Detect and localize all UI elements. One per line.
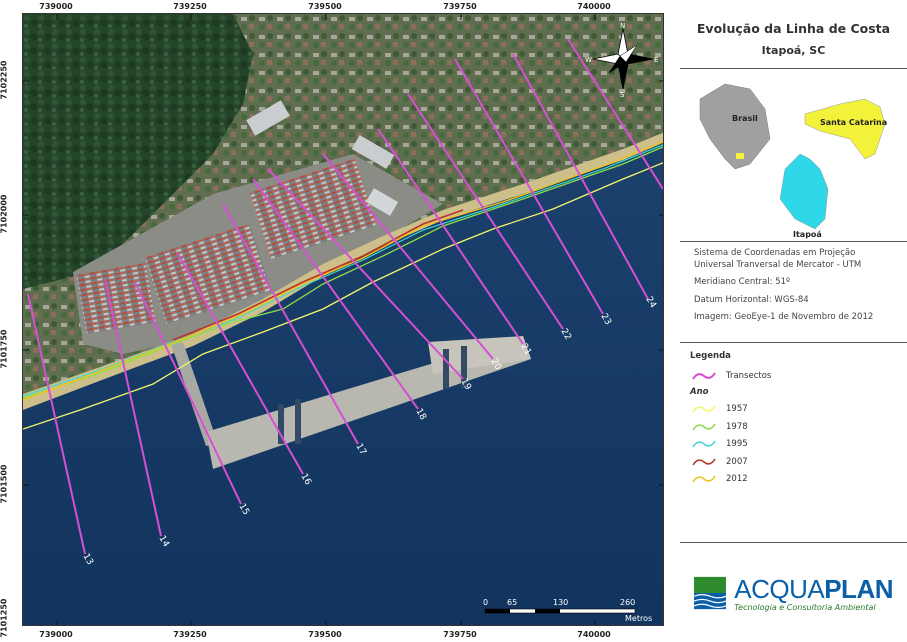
grid-x-label: 739000	[39, 630, 73, 639]
sc-highlight	[736, 153, 744, 159]
legend-item-transect: Transectos	[690, 367, 897, 385]
logo-icon	[694, 576, 727, 609]
company-logo: ACQUAPLAN Tecnologia e Consultoria Ambie…	[680, 542, 907, 642]
legend-item-year: 1957	[690, 401, 897, 419]
grid-x-label: 740000	[577, 2, 611, 11]
compass-w: W	[585, 56, 592, 64]
grid-y-label: 7102000	[0, 194, 9, 234]
grid-x-label: 739250	[173, 2, 207, 11]
grid-x-label: 739500	[308, 630, 342, 639]
scale-unit: Metros	[625, 614, 652, 623]
scale-label: 65	[507, 598, 517, 607]
grid-y-label: 7101250	[0, 598, 9, 638]
grid-y-label: 7101500	[0, 464, 9, 504]
grid-x-label: 740000	[577, 630, 611, 639]
image-source-text: Imagem: GeoEye-1 de Novembro de 2012	[694, 312, 874, 322]
projection-line2: Universal Tranversal de Mercator - UTM	[694, 259, 862, 270]
itapoa-shape	[779, 153, 829, 230]
scale-label: 0	[483, 598, 488, 607]
compass-n: N	[620, 22, 625, 30]
logo-tagline: Tecnologia e Consultoria Ambiental	[734, 602, 876, 612]
legend-item-year: 1978	[690, 418, 897, 436]
crane	[295, 399, 301, 444]
locator-map: Brasil Santa Catarina Itapoá	[680, 68, 907, 241]
itapoa-label: Itapoá	[793, 230, 822, 239]
legend-item-year: 2012	[690, 471, 897, 489]
grid-y-label: 7102250	[0, 60, 9, 100]
scale-label: 260	[620, 598, 635, 607]
legend-year-title: Ano	[690, 386, 709, 397]
map-subtitle: Itapoá, SC	[761, 44, 826, 57]
compass-e: E	[654, 56, 658, 64]
legend: Legenda Transectos Ano 1957 1978 1995 20…	[680, 342, 907, 542]
brasil-label: Brasil	[732, 114, 758, 123]
logo-name: ACQUAPLAN	[734, 573, 893, 604]
map-title: Evolução da Linha de Costa	[696, 21, 891, 36]
map-canvas[interactable]: 13 14 15 16 17 18 19 20 21 22 23 24 N S …	[22, 13, 664, 626]
santa-catarina-label: Santa Catarina	[820, 118, 887, 127]
projection-info: Sistema de Coordenadas em Projeção Univer…	[680, 241, 907, 342]
grid-x-label: 739250	[173, 630, 207, 639]
legend-title: Legenda	[690, 351, 731, 361]
grid-x-label: 739500	[308, 2, 342, 11]
compass-s: S	[620, 91, 625, 99]
legend-item-year: 2007	[690, 453, 897, 471]
title-block: Evolução da Linha de Costa Itapoá, SC	[680, 13, 907, 68]
grid-x-label: 739750	[443, 2, 477, 11]
grid-x-label: 739750	[443, 630, 477, 639]
brasil-shape	[699, 83, 771, 170]
crane	[443, 349, 449, 389]
projection-line1: Sistema de Coordenadas em Projeção	[694, 248, 856, 258]
grid-y-label: 7101750	[0, 329, 9, 369]
santa-catarina-shape	[804, 98, 886, 160]
grid-x-label: 739000	[39, 2, 73, 11]
scale-label: 130	[553, 598, 568, 607]
meridian-text: Meridiano Central: 51º	[694, 277, 791, 287]
legend-item-year: 1995	[690, 436, 897, 454]
datum-text: Datum Horizontal: WGS-84	[694, 294, 809, 305]
